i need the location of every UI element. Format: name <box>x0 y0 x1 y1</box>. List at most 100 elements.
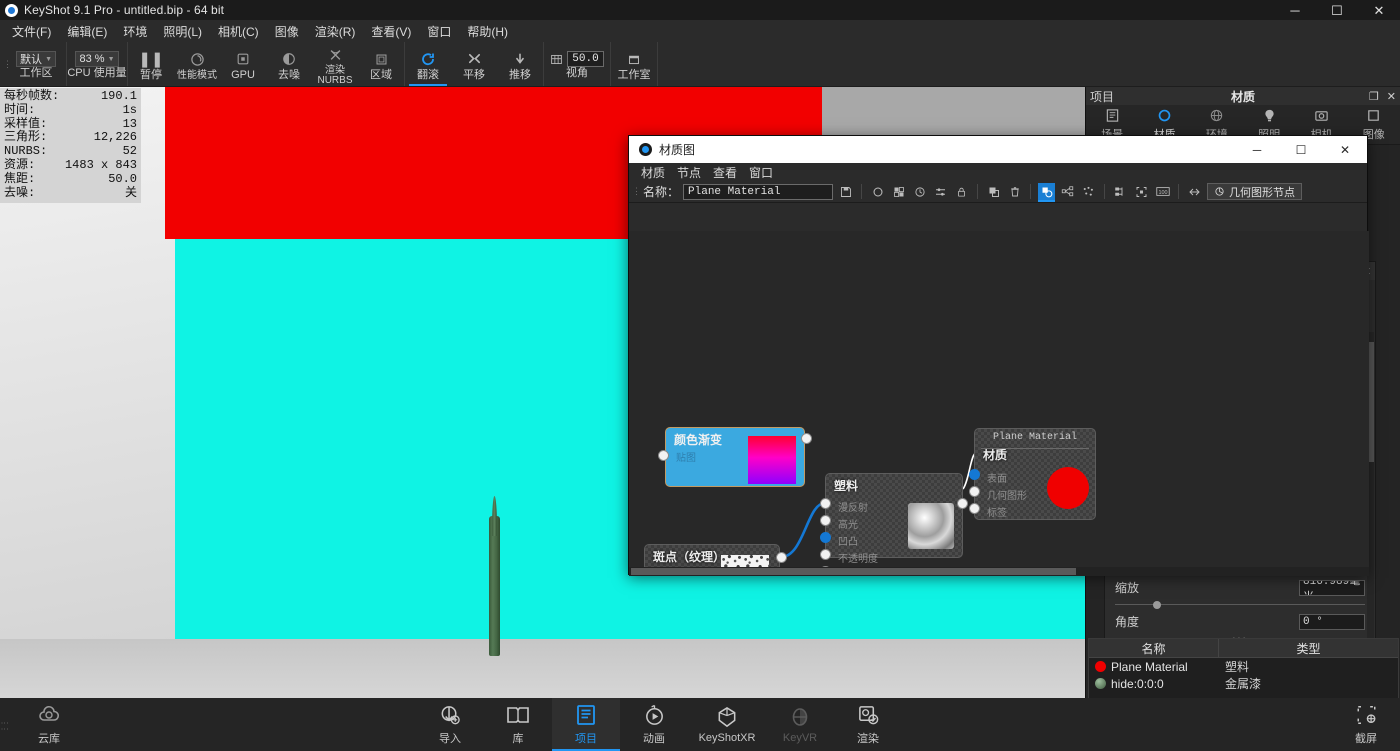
table-row[interactable]: hide:0:0:0 金属漆 <box>1089 675 1398 692</box>
taskbar-label: 导入 <box>439 733 461 745</box>
history-icon[interactable] <box>911 183 928 201</box>
chevron-down-icon: ▼ <box>45 55 52 63</box>
sphere-icon[interactable] <box>869 183 886 201</box>
maximize-button[interactable]: ☐ <box>1316 0 1358 20</box>
fov-grid-icon <box>550 53 563 66</box>
taskbar-keyshotxr[interactable]: KeyShotXR <box>688 698 766 751</box>
column-header-name[interactable]: 名称 <box>1089 639 1219 657</box>
mg-close-button[interactable]: ✕ <box>1323 136 1367 163</box>
taskbar-cloud-library[interactable]: 云库 <box>15 698 83 751</box>
denoise-button[interactable]: 去噪 <box>266 42 312 86</box>
stat-key: NURBS: <box>4 144 48 159</box>
zoom100-icon[interactable]: 100 <box>1154 183 1171 201</box>
node-title: 塑料 <box>834 479 859 493</box>
taskbar-project[interactable]: 项目 <box>552 698 620 751</box>
taskbar-render[interactable]: 渲染 <box>834 698 902 751</box>
align-icon[interactable] <box>1112 183 1129 201</box>
node-input-port-label[interactable] <box>969 503 980 514</box>
stat-row: 每秒帧数: 190.1 <box>4 89 137 104</box>
node-input-port-opacity[interactable] <box>820 549 831 560</box>
taskbar-animation[interactable]: 动画 <box>620 698 688 751</box>
node-output-port[interactable] <box>801 433 812 444</box>
mg-name-input[interactable]: Plane Material <box>683 183 834 200</box>
graph-horizontal-scrollbar[interactable] <box>629 567 1369 576</box>
node-output-port[interactable] <box>776 552 787 563</box>
mg-menu-node[interactable]: 节点 <box>671 164 707 181</box>
collapse-icon[interactable] <box>1186 183 1203 201</box>
lock-icon[interactable] <box>953 183 970 201</box>
fov-value[interactable]: 50.0 <box>567 51 604 67</box>
menu-environment[interactable]: 环境 <box>115 21 155 42</box>
node-input-port[interactable] <box>658 450 669 461</box>
region-button[interactable]: 区域 <box>358 42 404 86</box>
workspace-selector[interactable]: 默认 ▼ 工作区 <box>6 42 66 86</box>
mg-minimize-button[interactable]: ─ <box>1235 136 1279 163</box>
workspace-value: 默认 <box>20 54 42 66</box>
fov-control[interactable]: 50.0 视角 <box>544 42 610 86</box>
render-nurbs-button[interactable]: 渲染 NURBS <box>312 42 358 86</box>
node-input-port-geometry[interactable] <box>969 486 980 497</box>
node-color-gradient[interactable]: 颜色渐变 贴图 <box>658 427 812 487</box>
graph-icon[interactable] <box>1059 183 1076 201</box>
material-graph-titlebar[interactable]: 材质图 ─ ☐ ✕ <box>629 136 1367 163</box>
column-header-type[interactable]: 类型 <box>1219 639 1398 657</box>
fit-icon[interactable] <box>1133 183 1150 201</box>
close-button[interactable]: ✕ <box>1358 0 1400 20</box>
mg-name-label: 名称： <box>643 185 680 199</box>
toolbar-drag-handle[interactable]: ⋮ <box>632 186 641 197</box>
menu-lighting[interactable]: 照明(L) <box>155 21 210 42</box>
node-input-port-diffuse[interactable] <box>820 498 831 509</box>
duplicate-icon[interactable] <box>985 183 1002 201</box>
table-row[interactable]: Plane Material 塑料 <box>1089 658 1398 675</box>
geometry-node-button[interactable]: 几何图形节点 <box>1207 183 1303 200</box>
scale-value[interactable]: 816.989毫米 <box>1299 579 1365 596</box>
node-thumbnail <box>748 436 796 484</box>
node-plastic-material[interactable]: 塑料 漫反射 高光 凹凸 不透明度 <box>820 473 968 576</box>
save-icon[interactable] <box>837 183 854 201</box>
panel-close-icon[interactable]: ✕ <box>1387 90 1396 103</box>
mg-menu-view[interactable]: 查看 <box>707 164 743 181</box>
node-input-port-specular[interactable] <box>820 515 831 526</box>
mg-menu-material[interactable]: 材质 <box>635 164 671 181</box>
scatter-icon[interactable] <box>1080 183 1097 201</box>
cpu-usage-selector[interactable]: 83 % ▼ CPU 使用量 <box>67 42 127 86</box>
scale-slider-handle[interactable] <box>1152 601 1161 609</box>
menu-file[interactable]: 文件(F) <box>4 21 59 42</box>
taskbar-screenshot[interactable]: 截屏 <box>1332 698 1400 751</box>
minimize-button[interactable]: ─ <box>1274 0 1316 20</box>
taskbar-drag-handle[interactable]: ⋮⋮ <box>0 719 9 731</box>
taskbar-import[interactable]: 导入 <box>416 698 484 751</box>
pause-button[interactable]: ❚❚ 暂停 <box>128 42 174 86</box>
node-input-port-surface[interactable] <box>969 469 980 480</box>
dolly-button[interactable]: 推移 <box>497 42 543 86</box>
menu-help[interactable]: 帮助(H) <box>459 21 516 42</box>
sliders-icon[interactable] <box>932 183 949 201</box>
menu-image[interactable]: 图像 <box>267 21 307 42</box>
link-icon[interactable] <box>1038 182 1056 202</box>
keyvr-icon <box>789 705 811 729</box>
node-input-port-bump[interactable] <box>820 532 831 543</box>
gpu-button[interactable]: GPU <box>220 42 266 86</box>
menu-window[interactable]: 窗口 <box>419 21 459 42</box>
menu-view[interactable]: 查看(V) <box>363 21 419 42</box>
menu-edit[interactable]: 编辑(E) <box>59 21 115 42</box>
menu-camera[interactable]: 相机(C) <box>210 21 267 42</box>
panel-restore-icon[interactable]: ❐ <box>1369 90 1379 103</box>
taskbar-keyvr[interactable]: KeyVR <box>766 698 834 751</box>
tumble-button[interactable]: 翻滚 <box>405 42 451 86</box>
scale-slider[interactable] <box>1115 600 1365 610</box>
taskbar-library[interactable]: 库 <box>484 698 552 751</box>
pan-button[interactable]: 平移 <box>451 42 497 86</box>
mg-menu-window[interactable]: 窗口 <box>743 164 779 181</box>
performance-mode-button[interactable]: 性能模式 <box>174 42 220 86</box>
node-output-port[interactable] <box>957 498 968 509</box>
mg-maximize-button[interactable]: ☐ <box>1279 136 1323 163</box>
node-graph-canvas[interactable]: 颜色渐变 贴图 斑点（纹理） 塑料 漫反射 高光 凹凸 不透明度 Plane M… <box>629 231 1369 576</box>
node-plane-material-output[interactable]: Plane Material 材质 表面 几何图形 标签 <box>969 428 1096 520</box>
menu-render[interactable]: 渲染(R) <box>307 21 364 42</box>
delete-icon[interactable] <box>1006 183 1023 201</box>
scrollbar-thumb[interactable] <box>631 568 1076 575</box>
multi-material-icon[interactable] <box>890 183 907 201</box>
rotation-value[interactable]: 0 ° <box>1299 613 1365 630</box>
studio-button[interactable]: 工作室 <box>611 42 657 86</box>
